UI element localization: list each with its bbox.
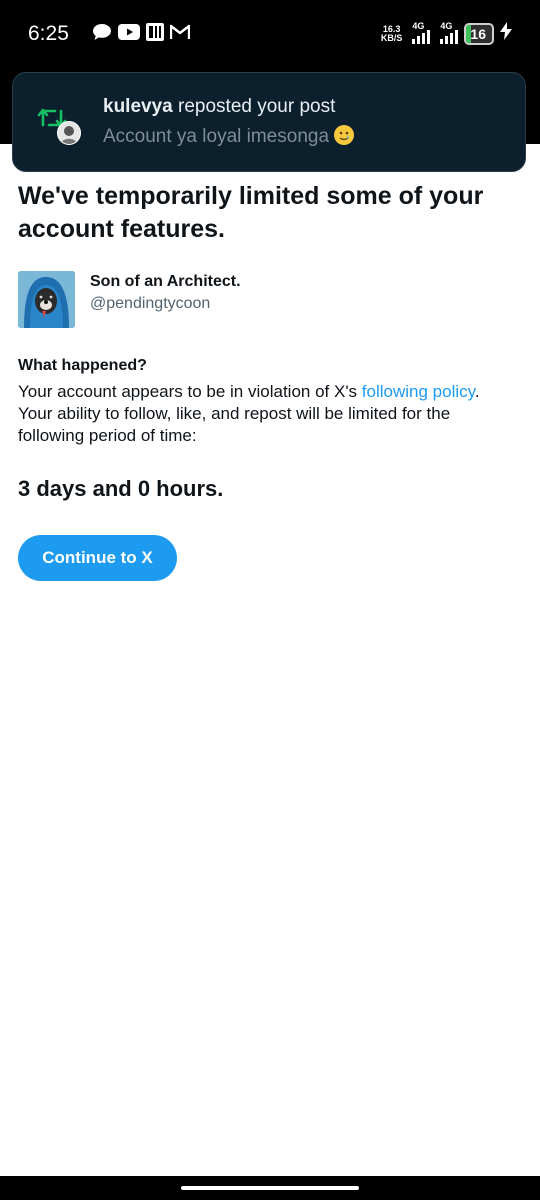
continue-button[interactable]: Continue to X xyxy=(18,535,177,581)
smiling-tear-emoji-icon xyxy=(334,125,355,145)
profile-handle: @pendingtycoon xyxy=(90,295,211,312)
profile-name: Son of an Architect. xyxy=(90,273,241,290)
violation-explanation: Your account appears to be in violation … xyxy=(18,381,518,447)
battery-icon: 16 xyxy=(464,22,494,45)
signal-icon-sim1: 4G xyxy=(408,21,431,45)
following-policy-link[interactable]: following policy xyxy=(362,382,475,401)
chat-bubble-icon xyxy=(92,23,112,41)
notification-title: kulevya reposted your post xyxy=(103,96,335,118)
navigation-bar xyxy=(0,1176,540,1200)
restriction-duration: 3 days and 0 hours. xyxy=(18,476,224,501)
notification-action: reposted your post xyxy=(172,96,336,117)
notification-text: Account ya loyal imesonga xyxy=(103,126,330,147)
charging-icon xyxy=(500,22,512,45)
reposter-avatar xyxy=(57,121,81,145)
notification-body: Account ya loyal imesonga xyxy=(103,125,355,148)
status-system-icons: 16.3 KB/S 4G 4G 16 xyxy=(380,21,512,45)
screen: 6:25 16.3 KB/S 4G 4G 16 kulevya reposted… xyxy=(0,0,540,1200)
account-profile: Son of an Architect. @pendingtycoon xyxy=(18,270,518,330)
notification-user: kulevya xyxy=(103,96,173,117)
repost-notification[interactable]: kulevya reposted your post Account ya lo… xyxy=(12,72,526,172)
explanation-text-start: Your account appears to be in violation … xyxy=(18,382,362,401)
network-speed: 16.3 KB/S xyxy=(380,23,403,43)
app-icon xyxy=(146,23,164,41)
notification-icon-group xyxy=(37,105,93,145)
signal-icon-sim2: 4G xyxy=(436,21,459,45)
gmail-icon xyxy=(170,24,190,40)
status-time: 6:25 xyxy=(28,22,69,45)
what-happened-heading: What happened? xyxy=(18,357,147,374)
youtube-icon xyxy=(118,24,140,40)
profile-avatar xyxy=(18,271,75,328)
status-bar: 6:25 16.3 KB/S 4G 4G 16 xyxy=(0,0,540,70)
page-title: We've temporarily limited some of your a… xyxy=(18,182,484,243)
status-notification-icons xyxy=(92,23,190,41)
gesture-handle[interactable] xyxy=(181,1186,359,1190)
